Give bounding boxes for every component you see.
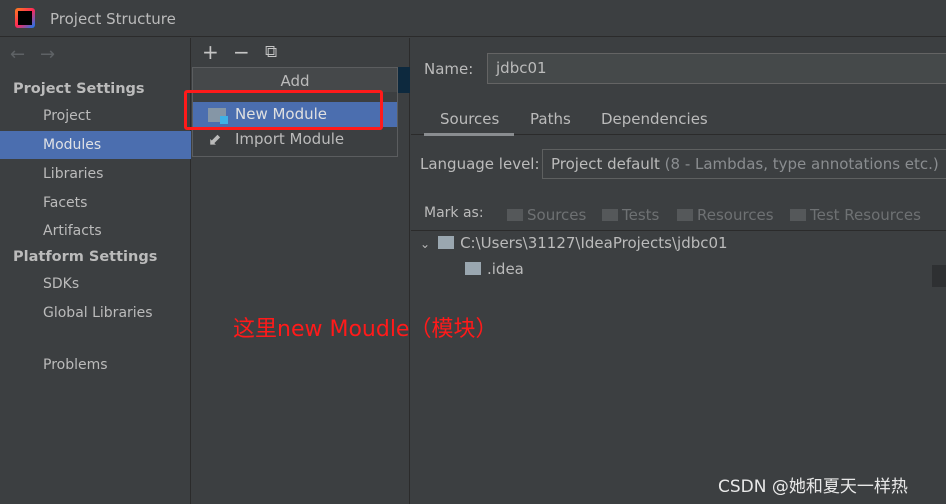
- watermark: CSDN @她和夏天一样热: [718, 477, 908, 497]
- mark-test-resources-button[interactable]: Test Resources: [790, 206, 921, 224]
- active-tab-indicator: [424, 133, 514, 136]
- tab-sources[interactable]: Sources: [440, 110, 499, 128]
- intellij-logo-icon: [15, 8, 35, 28]
- annotation-text: 这里new Moudle（模块）: [233, 317, 498, 342]
- language-level-hint: (8 - Lambdas, type annotations etc.): [664, 155, 939, 173]
- add-icon[interactable]: +: [202, 40, 219, 64]
- tab-dependencies[interactable]: Dependencies: [601, 110, 708, 128]
- tree-divider: [411, 230, 946, 231]
- mark-sources-button[interactable]: Sources: [507, 206, 586, 224]
- popup-header: Add: [193, 68, 397, 92]
- sidebar-item-facets[interactable]: Facets: [0, 189, 191, 217]
- language-level-value: Project default: [551, 155, 660, 173]
- tree-item-idea[interactable]: .idea: [465, 260, 524, 278]
- sidebar-item-modules[interactable]: Modules: [0, 131, 191, 159]
- section-platform-settings: Platform Settings: [13, 249, 158, 265]
- mark-label: Resources: [697, 206, 774, 224]
- folder-icon: [438, 236, 455, 249]
- back-arrow-icon[interactable]: ←: [10, 44, 25, 65]
- mark-label: Tests: [622, 206, 660, 224]
- mark-label: Test Resources: [810, 206, 921, 224]
- resources-folder-icon: [677, 209, 693, 221]
- copy-icon[interactable]: ⧉: [265, 42, 277, 62]
- chevron-down-icon[interactable]: ⌄: [420, 237, 430, 251]
- highlight-box: [184, 90, 383, 130]
- tab-paths[interactable]: Paths: [530, 110, 571, 128]
- sources-folder-icon: [507, 209, 523, 221]
- menu-item-label: Import Module: [235, 130, 345, 148]
- sidebar-item-global-libraries[interactable]: Global Libraries: [0, 299, 191, 327]
- section-project-settings: Project Settings: [13, 81, 145, 97]
- selected-module-row: [398, 67, 410, 93]
- mark-as-label: Mark as:: [424, 205, 484, 221]
- sidebar-item-artifacts[interactable]: Artifacts: [0, 217, 191, 245]
- language-level-select[interactable]: Project default (8 - Lambdas, type annot…: [542, 149, 946, 179]
- remove-icon[interactable]: −: [233, 40, 250, 64]
- title-bar: Project Structure: [0, 0, 946, 37]
- sidebar-item-libraries[interactable]: Libraries: [0, 160, 191, 188]
- language-level-label: Language level:: [420, 155, 540, 173]
- mark-label: Sources: [527, 206, 587, 224]
- menu-item-import-module[interactable]: ⬋ Import Module: [193, 127, 397, 152]
- tests-folder-icon: [602, 209, 618, 221]
- tree-label: .idea: [487, 260, 524, 278]
- mark-tests-button[interactable]: Tests: [602, 206, 659, 224]
- name-input[interactable]: jdbc01: [487, 53, 946, 84]
- sidebar-item-problems[interactable]: Problems: [0, 351, 191, 379]
- window-title: Project Structure: [50, 10, 176, 28]
- scrollbar[interactable]: [932, 265, 946, 287]
- sidebar-item-sdks[interactable]: SDKs: [0, 270, 191, 298]
- name-label: Name:: [424, 60, 474, 78]
- mark-resources-button[interactable]: Resources: [677, 206, 774, 224]
- forward-arrow-icon[interactable]: →: [40, 44, 55, 65]
- tree-root[interactable]: ⌄ C:\Users\31127\IdeaProjects\jdbc01: [420, 234, 728, 252]
- folder-icon: [465, 262, 481, 275]
- test-resources-folder-icon: [790, 209, 806, 221]
- sidebar: ← → Project Settings Project Modules Lib…: [0, 38, 191, 504]
- tree-label: C:\Users\31127\IdeaProjects\jdbc01: [460, 234, 728, 252]
- import-arrow-icon: ⬋: [208, 130, 222, 149]
- sidebar-item-project[interactable]: Project: [0, 102, 191, 130]
